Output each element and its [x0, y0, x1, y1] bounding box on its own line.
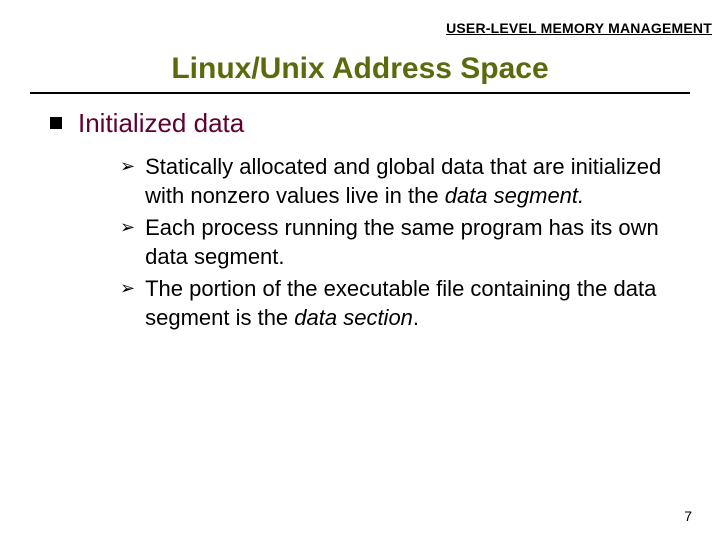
section-heading-row: Initialized data — [50, 108, 690, 139]
list-item: ➢ Each process running the same program … — [120, 214, 680, 271]
chevron-right-icon: ➢ — [120, 277, 135, 300]
text-em: data segment. — [445, 183, 584, 208]
list-item-text: Each process running the same program ha… — [145, 214, 680, 271]
text-em: data section — [294, 305, 413, 330]
section-heading: Initialized data — [78, 108, 244, 139]
content-area: Initialized data ➢ Statically allocated … — [50, 108, 690, 337]
list-item-text: Statically allocated and global data tha… — [145, 153, 680, 210]
chevron-right-icon: ➢ — [120, 216, 135, 239]
text-pre: Each process running the same program ha… — [145, 215, 659, 269]
list-item-text: The portion of the executable file conta… — [145, 275, 680, 332]
header-label: USER-LEVEL MEMORY MANAGEMENT — [446, 20, 712, 36]
text-post: . — [413, 305, 419, 330]
slide-title: Linux/Unix Address Space — [0, 52, 720, 86]
list-item: ➢ Statically allocated and global data t… — [120, 153, 680, 210]
chevron-right-icon: ➢ — [120, 155, 135, 178]
square-bullet-icon — [50, 117, 62, 129]
title-rule — [30, 92, 690, 94]
sub-bullet-list: ➢ Statically allocated and global data t… — [120, 153, 680, 333]
page-number: 7 — [684, 508, 692, 524]
list-item: ➢ The portion of the executable file con… — [120, 275, 680, 332]
